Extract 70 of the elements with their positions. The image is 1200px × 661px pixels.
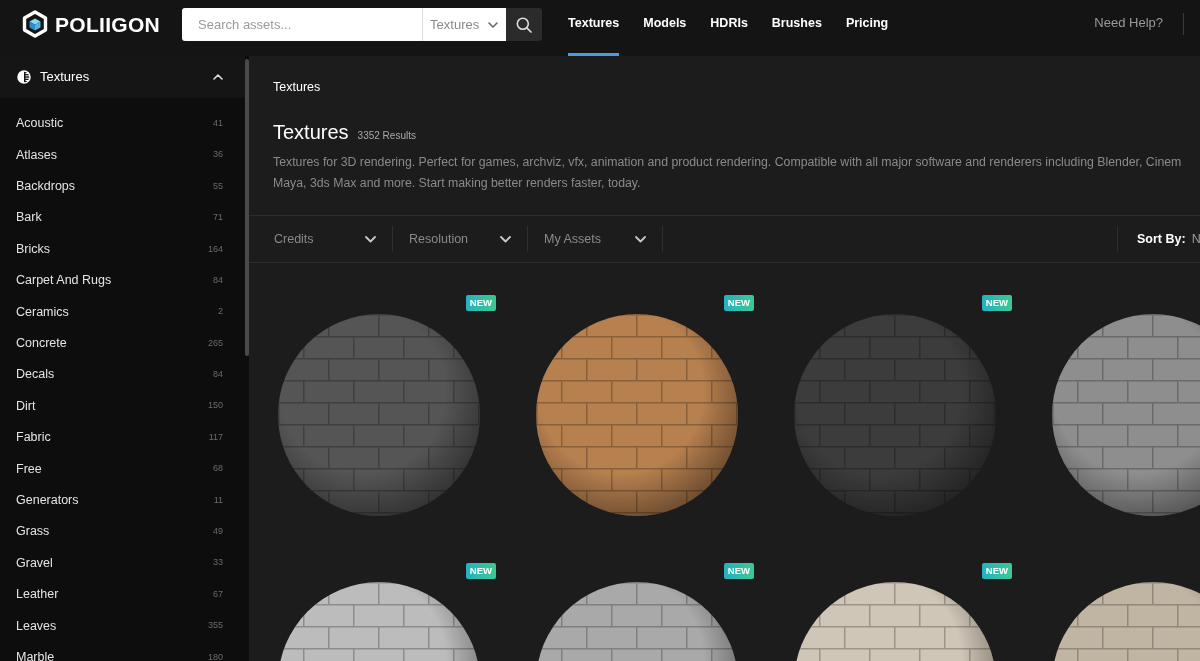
category-link[interactable]: Bark 71 xyxy=(0,202,245,234)
new-badge: NEW xyxy=(465,563,496,579)
category-link[interactable]: Gravel 33 xyxy=(0,547,245,579)
result-count: 3352 Results xyxy=(357,129,416,143)
sort-dropdown[interactable]: N xyxy=(1191,229,1200,249)
new-badge: NEW xyxy=(723,563,754,579)
item-count: 55 xyxy=(213,179,223,193)
chevron-up-icon xyxy=(213,74,223,80)
item-count: 11 xyxy=(213,493,223,507)
chevron-down-icon xyxy=(365,235,376,243)
filter-dropdown[interactable]: Resolution xyxy=(393,226,528,252)
new-badge: NEW xyxy=(981,295,1012,311)
nav-tab[interactable]: Pricing xyxy=(845,0,889,56)
filter-dropdown[interactable]: Credits xyxy=(258,226,393,252)
category-link[interactable]: Acoustic 41 xyxy=(0,108,245,140)
new-badge: NEW xyxy=(981,563,1012,579)
category-dropdown[interactable]: Textures xyxy=(422,8,507,41)
item-count: 117 xyxy=(208,430,223,444)
item-count: 36 xyxy=(213,148,223,162)
category-link[interactable]: Dirt 150 xyxy=(0,390,245,422)
chevron-down-icon xyxy=(500,235,511,243)
filter-dropdown[interactable]: My Assets xyxy=(528,226,663,252)
item-count: 84 xyxy=(213,273,223,287)
category-link[interactable]: Marble 180 xyxy=(0,641,245,661)
category-link[interactable]: Leather 67 xyxy=(0,578,245,611)
nav-tab[interactable]: Brushes xyxy=(771,0,822,56)
category-link[interactable]: Free 68 xyxy=(0,453,245,485)
item-count: 2 xyxy=(218,305,223,319)
logo-link[interactable]: POLIIGON xyxy=(22,10,161,38)
item-count: 355 xyxy=(207,619,223,633)
category-link[interactable]: Atlases 36 xyxy=(0,139,245,171)
help-link[interactable]: Need Help? xyxy=(1094,15,1163,31)
category-link[interactable]: Fabric 117 xyxy=(0,421,245,454)
item-count: 67 xyxy=(213,587,223,601)
item-count: 41 xyxy=(213,116,223,130)
nav-tab[interactable]: Models xyxy=(643,0,687,56)
nav-tab[interactable]: HDRIs xyxy=(710,0,748,56)
scrollbar-thumb[interactable] xyxy=(245,59,249,356)
category-link[interactable]: Grass 49 xyxy=(0,516,245,548)
new-badge: NEW xyxy=(723,295,754,311)
chevron-down-icon xyxy=(488,21,499,28)
item-count: 49 xyxy=(213,525,223,538)
category-link[interactable]: Decals 84 xyxy=(0,359,245,391)
new-badge: NEW xyxy=(465,295,496,311)
category-link[interactable]: Generators 11 xyxy=(0,484,245,517)
item-count: 180 xyxy=(207,650,223,661)
category-link[interactable]: Backdrops 55 xyxy=(0,170,245,203)
category-section-toggle[interactable]: Textures xyxy=(0,56,245,98)
page-description: Textures for 3D rendering. Perfect for games, archviz, vfx, animation and product rendering. Compatible with all major software and renderers including Blender, Cinem Maya, 3ds Max and more. Start making better renders faster, today. xyxy=(273,154,1182,192)
category-link[interactable]: Concrete 265 xyxy=(0,327,245,360)
contrast-icon xyxy=(17,70,31,84)
category-link[interactable]: Ceramics 2 xyxy=(0,296,245,328)
search-icon xyxy=(516,16,533,33)
chevron-down-icon xyxy=(635,235,646,243)
item-count: 84 xyxy=(213,368,223,382)
category-link[interactable]: Carpet And Rugs 84 xyxy=(0,264,245,297)
logo-icon xyxy=(22,10,48,38)
item-count: 71 xyxy=(213,211,223,225)
item-count: 164 xyxy=(207,242,223,256)
item-count: 33 xyxy=(213,556,223,570)
sort-label: Sort By: xyxy=(1137,230,1186,248)
category-link[interactable]: Leaves 355 xyxy=(0,610,245,642)
breadcrumb-link[interactable]: Textures xyxy=(273,79,321,95)
search-field[interactable]: Search assets... xyxy=(182,8,423,41)
search-button[interactable] xyxy=(506,8,543,41)
item-count: 68 xyxy=(213,462,223,476)
category-link[interactable]: Bricks 164 xyxy=(0,233,245,265)
item-count: 265 xyxy=(207,336,223,350)
item-count: 150 xyxy=(207,399,223,413)
page-title: Textures xyxy=(273,120,349,144)
